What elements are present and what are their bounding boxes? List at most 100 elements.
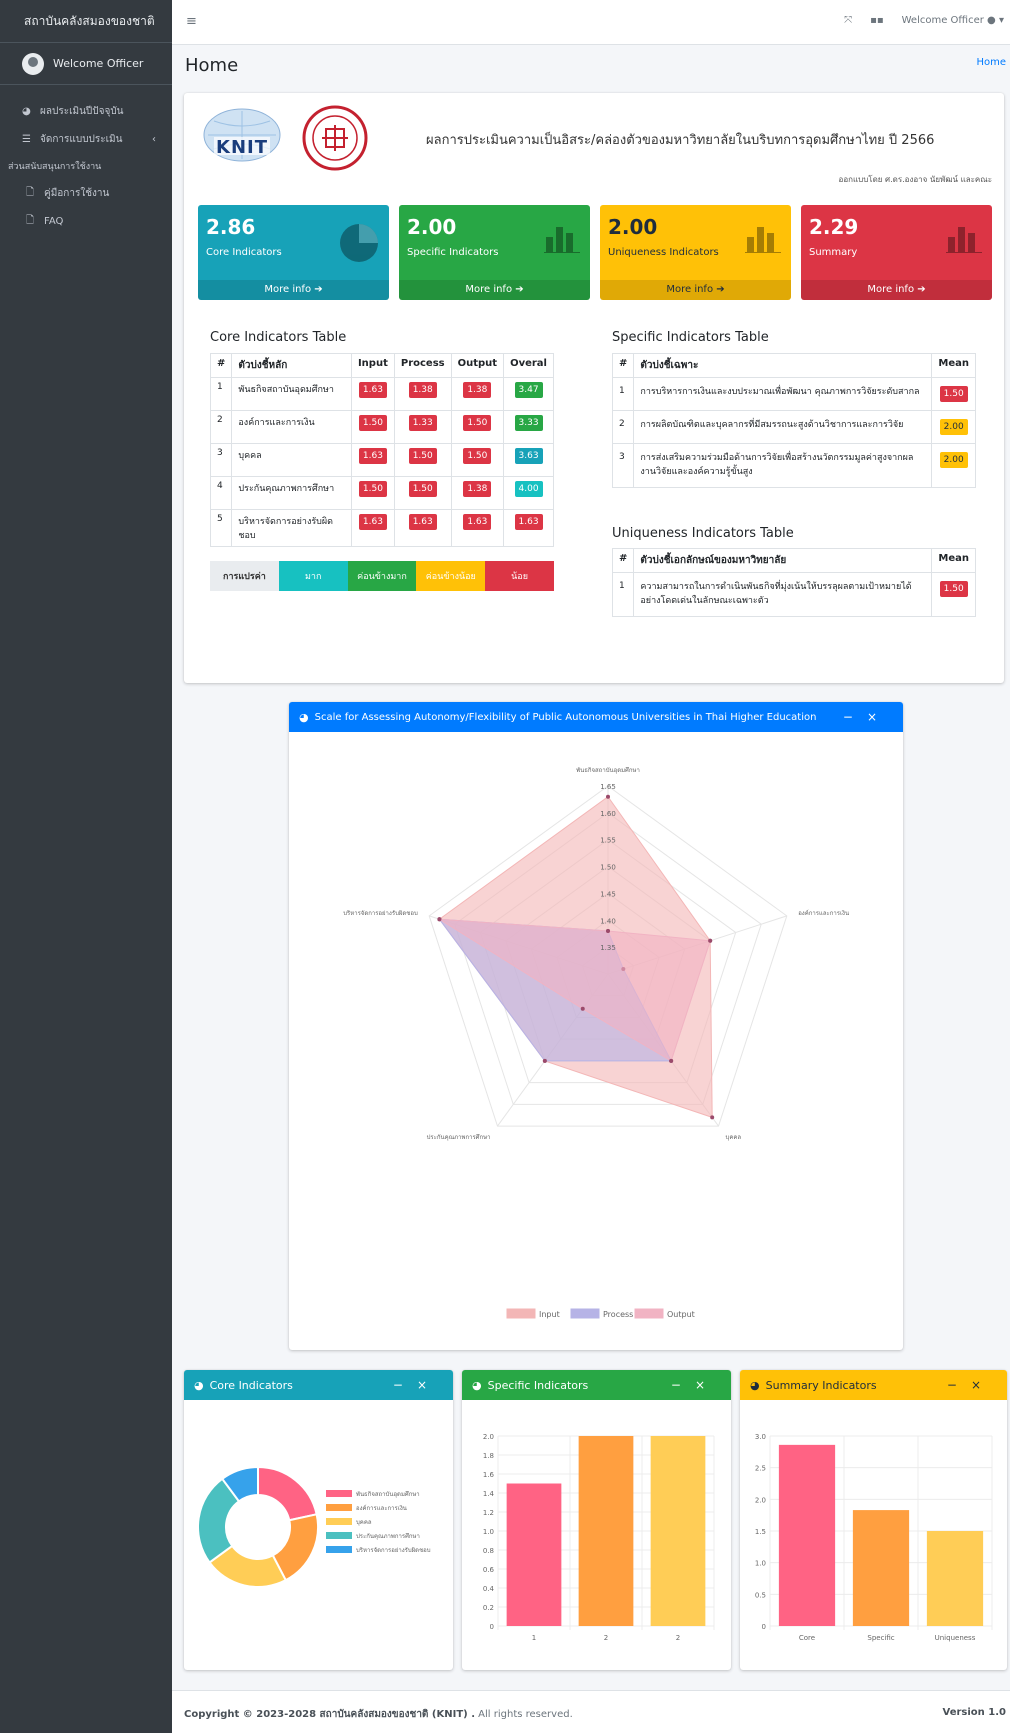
output-cell: 1.50 [450,410,505,444]
row-number: 1 [209,377,233,411]
score-badge: 1.63 [358,382,387,398]
radar-point [542,1058,547,1063]
more-info-link[interactable]: More info ➔ [600,280,791,300]
collapse-button[interactable]: − [393,1378,417,1392]
summary-card: KNIT ผลการประเมินความเป็นอิสระ/คล่องตัวข… [184,93,1004,683]
box-label: Specific Indicators [407,247,499,258]
footer-rights: All rights reserved. [475,1709,573,1720]
collapse-button[interactable]: − [947,1378,971,1392]
caret-down-icon: ▾ [998,15,1004,26]
close-button[interactable]: × [417,1378,441,1392]
more-info-link[interactable]: More info ➔ [801,280,992,300]
file-icon: 🗋 [26,214,35,226]
radar-point [708,938,713,943]
close-button[interactable]: × [695,1378,719,1392]
radar-tick-label: 1.60 [600,810,616,818]
y-tick-label: 3.0 [755,1433,766,1441]
col-header: Output [450,353,505,378]
output-cell: 1.38 [450,476,505,510]
radar-point [606,929,610,934]
sidebar: สถาบันคลังสมองของชาติ Welcome Officer ◕ … [0,0,172,1733]
more-info-link[interactable]: More info ➔ [399,280,590,300]
menu-toggle-icon[interactable]: ≡ [186,14,197,29]
close-button[interactable]: × [867,710,891,724]
row-number: 3 [611,443,635,488]
radar-axis-label: องค์การและการเงิน [798,909,849,917]
nav-label: จัดการแบบประเมิน [40,133,123,145]
legend-label: บุคคล [356,1519,372,1526]
mean-cell: 1.50 [931,377,976,411]
arrow-circle-right-icon: ➔ [515,284,524,295]
score-legend: การแปรค่า มาก ค่อนข้างมาก ค่อนข้างน้อย น… [210,561,554,591]
radar-point [710,1115,715,1120]
y-tick-label: 1.0 [483,1528,494,1536]
footer: Copyright © 2023-2028 สถาบันคลังสมองของช… [172,1690,1010,1733]
y-tick-label: 1.5 [755,1528,766,1536]
mean-cell: 2.00 [931,443,976,488]
content-header: Home Home [172,45,1010,89]
row-number: 2 [611,410,635,444]
nav-manage-assessment[interactable]: ☰ จัดการแบบประเมิน ‹ [0,125,172,153]
collapse-button[interactable]: − [843,710,867,724]
user-menu[interactable]: Welcome Officer ● ▾ [902,15,1004,26]
legend-label: ประกันคุณภาพการศึกษา [356,1533,420,1540]
score-badge: 1.50 [408,448,437,464]
collapse-button[interactable]: − [671,1378,695,1392]
input-cell: 1.50 [350,410,395,444]
fullscreen-icon[interactable]: ⤧ [844,15,852,26]
legend-swatch [506,1308,536,1319]
radar-point [437,917,442,922]
small-box-uniqueness-indicators: 2.00 Uniqueness Indicators More info ➔ [600,205,791,300]
footer-copyright[interactable]: Copyright © 2023-2028 สถาบันคลังสมองของช… [184,1709,475,1720]
overal-cell: 3.63 [503,443,554,477]
legend-swatch [634,1308,664,1319]
breadcrumb[interactable]: Home [976,57,1006,68]
bar [852,1510,910,1626]
y-tick-label: 0.2 [483,1604,494,1612]
legend-label: พันธกิจสถาบันอุดมศึกษา [356,1491,420,1498]
y-tick-label: 1.8 [483,1452,494,1460]
nav-label: คู่มือการใช้งาน [44,187,110,199]
close-button[interactable]: × [971,1378,995,1392]
x-tick-label: 2 [676,1634,680,1642]
score-badge: 1.50 [463,415,492,431]
list-icon: ☰ [22,133,31,145]
score-badge: 3.63 [514,448,543,464]
top-navbar: ≡ ⤧ ▪▪ Welcome Officer ● ▾ [172,0,1010,45]
input-cell: 1.50 [350,476,395,510]
col-header: # [209,353,233,378]
report-credit: ออกแบบโดย ศ.ดร.องอาจ นัยพัฒน์ และคณะ [838,175,992,184]
process-cell: 1.38 [393,377,452,411]
brand-link[interactable]: สถาบันคลังสมองของชาติ [0,0,172,43]
radar-point [669,1058,674,1063]
indicator-name: การส่งเสริมความร่วมมือด้านการวิจัยเพื่อส… [633,443,933,488]
uniqueness-table-title: Uniqueness Indicators Table [612,526,794,541]
col-header: ตัวบ่งชี้เฉพาะ [633,353,933,378]
table-row: 4 ประกันคุณภาพการศึกษา 1.50 1.50 1.38 4.… [209,476,554,510]
chart-pie-icon: ◕ [299,710,309,724]
summary-indicators-card: ◕ Summary Indicators −× 0 0.5 1.0 1.5 2.0 2.5… [740,1370,1007,1670]
radar-tick-label: 1.40 [600,917,616,925]
y-tick-label: 0.6 [483,1566,495,1574]
user-name[interactable]: Welcome Officer [53,57,143,70]
y-tick-label: 1.0 [755,1560,766,1568]
page-title: Home [185,55,239,76]
radar-chart: 1.35 1.40 1.45 1.50 1.55 1.60 1.65 พันธกิจสถาบั… [343,767,849,1319]
y-tick-label: 2.5 [755,1465,766,1473]
score-badge: 1.50 [939,581,968,597]
arrow-circle-right-icon: ➔ [716,284,725,295]
card-title: Core Indicators [209,1378,293,1392]
more-info-link[interactable]: More info ➔ [198,280,389,300]
user-panel[interactable]: Welcome Officer [0,43,172,85]
score-badge: 1.50 [939,386,968,402]
avatar [22,52,44,75]
radar-tick-label: 1.65 [600,783,616,791]
overal-cell: 1.63 [503,509,554,547]
y-tick-label: 1.4 [483,1490,495,1498]
donut-chart: พันธกิจสถาบันอุดมศึกษาองค์การและการเงินบ… [197,1465,431,1588]
nav-faq[interactable]: 🗋 FAQ [0,207,172,235]
nav-current-results[interactable]: ◕ ผลประเมินปีปัจจุบัน [0,97,172,125]
nav-manual[interactable]: 🗋 คู่มือการใช้งาน [0,179,172,207]
grid-icon[interactable]: ▪▪ [870,15,884,26]
col-header: ตัวบ่งชี้หลัก [231,353,352,378]
